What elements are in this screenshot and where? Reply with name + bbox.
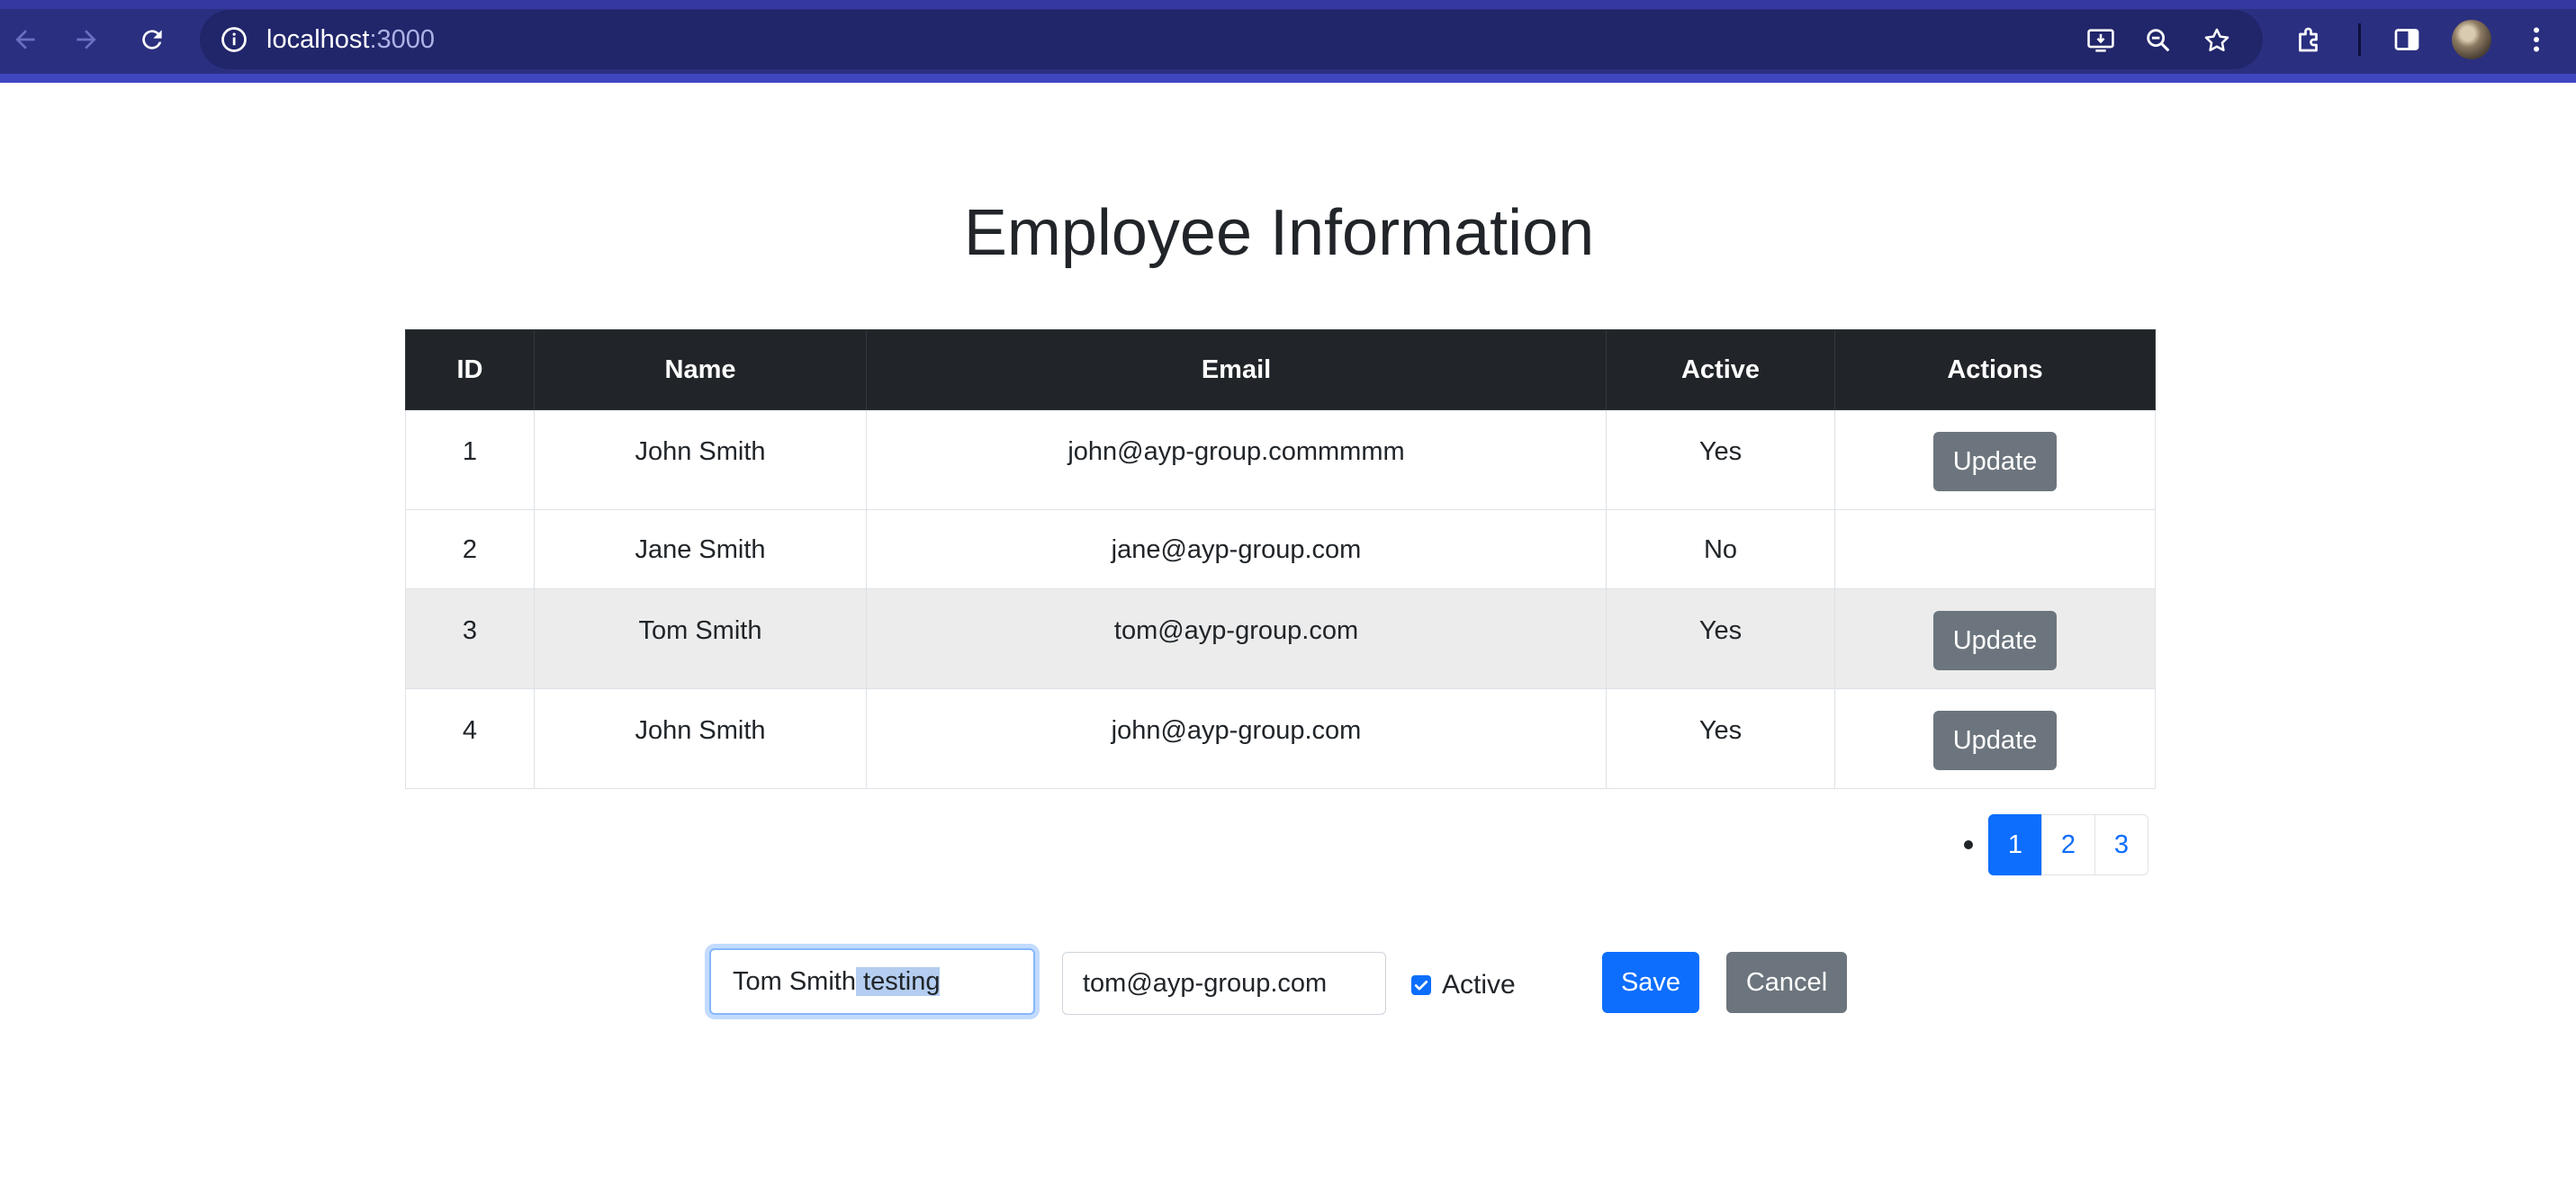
header-id: ID — [405, 329, 535, 410]
site-info-icon[interactable] — [214, 20, 254, 59]
table-row: 4 John Smith john@ayp-group.com Yes Upda… — [405, 688, 2156, 789]
cell-active: Yes — [1606, 588, 1835, 689]
cell-name: John Smith — [534, 409, 867, 510]
email-input[interactable]: tom@ayp-group.com — [1062, 952, 1386, 1015]
cell-id: 1 — [405, 409, 535, 510]
header-active: Active — [1606, 329, 1835, 410]
header-email: Email — [866, 329, 1607, 410]
header-name: Name — [534, 329, 867, 410]
extensions-icon[interactable] — [2288, 18, 2331, 61]
save-button[interactable]: Save — [1602, 952, 1699, 1013]
cell-actions: Update — [1834, 688, 2156, 789]
cell-name: Tom Smith — [534, 588, 867, 689]
reload-button[interactable] — [129, 16, 176, 63]
name-input-text: Tom Smith — [733, 967, 856, 996]
name-input[interactable]: Tom Smith testing — [709, 948, 1035, 1015]
list-bullet — [1964, 840, 1973, 849]
back-button[interactable] — [2, 16, 49, 63]
table-row: 1 John Smith john@ayp-group.commmmm Yes … — [405, 409, 2156, 510]
page-link-1[interactable]: 1 — [1988, 814, 2042, 875]
active-label: Active — [1442, 970, 1516, 1000]
cell-name: Jane Smith — [534, 509, 867, 589]
cell-actions — [1834, 509, 2156, 589]
page-link-3[interactable]: 3 — [2094, 814, 2148, 875]
toolbar-separator — [2358, 23, 2361, 56]
cell-active: Yes — [1606, 688, 1835, 789]
cell-actions: Update — [1834, 409, 2156, 510]
update-button[interactable]: Update — [1932, 432, 2058, 491]
pagination: 1 2 3 — [1964, 814, 2148, 875]
side-panel-icon[interactable] — [2385, 18, 2428, 61]
update-button[interactable]: Update — [1932, 611, 2058, 670]
profile-avatar[interactable] — [2452, 20, 2491, 59]
cell-email: tom@ayp-group.com — [866, 588, 1607, 689]
url-port: :3000 — [369, 25, 436, 54]
forward-arrow-icon — [77, 30, 96, 49]
page-title: Employee Information — [963, 197, 1595, 269]
cell-email: jane@ayp-group.com — [866, 509, 1607, 589]
cell-email: john@ayp-group.commmmm — [866, 409, 1607, 510]
name-input-selection: testing — [855, 967, 941, 996]
url-host: localhost — [266, 25, 370, 54]
tab-strip — [0, 0, 2576, 9]
cell-active: No — [1606, 509, 1835, 589]
active-checkbox[interactable] — [1411, 975, 1431, 995]
url-text: localhost:3000 — [266, 10, 435, 69]
browser-toolbar: localhost:3000 — [0, 0, 2576, 83]
update-button[interactable]: Update — [1932, 711, 2058, 770]
header-actions: Actions — [1834, 329, 2156, 410]
more-menu-icon[interactable] — [2515, 18, 2558, 61]
page-link-2[interactable]: 2 — [2041, 814, 2095, 875]
cell-email: john@ayp-group.com — [866, 688, 1607, 789]
back-arrow-icon — [15, 30, 35, 49]
active-toggle: Active — [1411, 970, 1516, 1000]
cell-active: Yes — [1606, 409, 1835, 510]
address-bar[interactable]: localhost:3000 — [200, 10, 2263, 69]
cancel-button[interactable]: Cancel — [1726, 952, 1847, 1013]
table-header-row: ID Name Email Active Actions — [405, 329, 2156, 410]
cell-id: 3 — [405, 588, 535, 689]
employee-table: ID Name Email Active Actions 1 John Smit… — [405, 329, 2156, 789]
cell-id: 2 — [405, 509, 535, 589]
cell-name: John Smith — [534, 688, 867, 789]
toolbar-divider — [0, 74, 2576, 83]
bookmark-star-icon[interactable] — [2197, 21, 2237, 60]
install-app-icon[interactable] — [2081, 21, 2121, 60]
table-row: 3 Tom Smith tom@ayp-group.com Yes Update — [405, 588, 2156, 689]
forward-button[interactable] — [63, 16, 110, 63]
cell-actions: Update — [1834, 588, 2156, 689]
cell-id: 4 — [405, 688, 535, 789]
reload-icon — [142, 30, 162, 49]
zoom-icon[interactable] — [2139, 21, 2178, 60]
table-row: 2 Jane Smith jane@ayp-group.com No — [405, 509, 2156, 589]
check-icon — [1414, 980, 1428, 991]
